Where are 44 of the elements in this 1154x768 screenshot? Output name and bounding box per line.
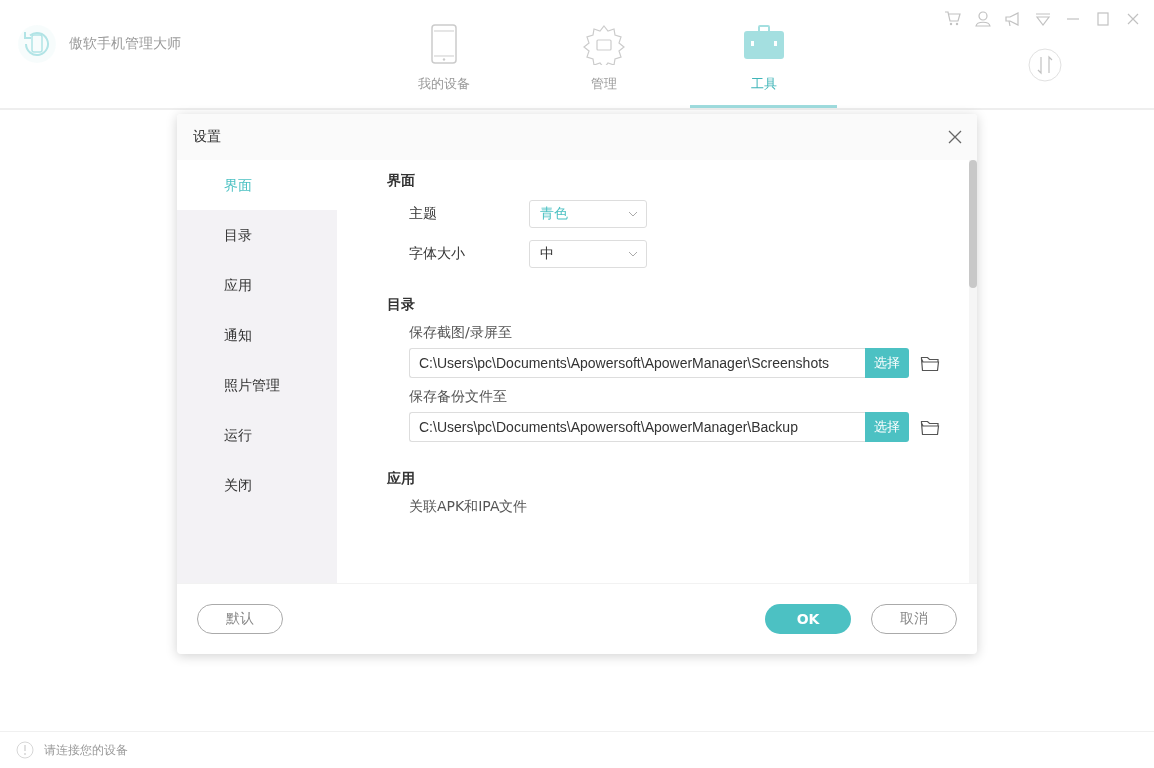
choose-button[interactable]: 选择 bbox=[865, 348, 909, 378]
sidebar-item[interactable]: 应用 bbox=[177, 260, 337, 310]
maximize-icon[interactable] bbox=[1094, 10, 1112, 28]
megaphone-icon[interactable] bbox=[1004, 10, 1022, 28]
footer-button[interactable]: 默认 bbox=[197, 604, 283, 634]
field-label: 保存截图/录屏至 bbox=[409, 324, 513, 342]
folder-icon[interactable] bbox=[920, 418, 940, 436]
dialog-title: 设置 bbox=[193, 128, 221, 146]
sidebar-item[interactable]: 关闭 bbox=[177, 460, 337, 510]
logo-icon bbox=[17, 24, 57, 64]
chevron-icon bbox=[628, 251, 638, 257]
close-icon[interactable] bbox=[947, 129, 963, 145]
sidebar-item[interactable]: 界面 bbox=[177, 160, 337, 210]
chevron-icon bbox=[628, 211, 638, 217]
status-text: 请连接您的设备 bbox=[44, 741, 128, 759]
scrollbar-thumb[interactable] bbox=[969, 160, 977, 288]
path-field[interactable]: C:\Users\pc\Documents\Apowersoft\ApowerManager\Backup bbox=[409, 412, 865, 442]
dropdown[interactable]: 青色 bbox=[529, 200, 647, 228]
sidebar-item[interactable]: 照片管理 bbox=[177, 360, 337, 410]
cart-icon[interactable] bbox=[944, 10, 962, 28]
sidebar-item[interactable]: 运行 bbox=[177, 410, 337, 460]
section-heading: 界面 bbox=[387, 172, 416, 190]
field-label: 主题 bbox=[409, 205, 438, 223]
section-heading: 应用 bbox=[387, 470, 416, 488]
field-label: 字体大小 bbox=[409, 245, 466, 263]
ok-button[interactable]: OK bbox=[765, 604, 851, 634]
nav-tab[interactable]: 工具 bbox=[690, 0, 837, 108]
nav-tab[interactable]: 我的设备 bbox=[370, 0, 517, 108]
sync-icon[interactable] bbox=[1028, 48, 1062, 82]
info-icon bbox=[16, 741, 34, 759]
sidebar-item[interactable]: 通知 bbox=[177, 310, 337, 360]
dropdown[interactable]: 中 bbox=[529, 240, 647, 268]
field-label: 保存备份文件至 bbox=[409, 388, 508, 406]
choose-button[interactable]: 选择 bbox=[865, 412, 909, 442]
dropdown-icon[interactable] bbox=[1034, 10, 1052, 28]
field-label: 关联APK和IPA文件 bbox=[409, 498, 529, 516]
nav-tab[interactable]: 管理 bbox=[530, 0, 677, 108]
sidebar-item[interactable]: 目录 bbox=[177, 210, 337, 260]
user-icon[interactable] bbox=[974, 10, 992, 28]
app-title: 傲软手机管理大师 bbox=[69, 35, 181, 53]
section-heading: 目录 bbox=[387, 296, 416, 314]
path-field[interactable]: C:\Users\pc\Documents\Apowersoft\ApowerManager\Screenshots bbox=[409, 348, 865, 378]
footer-button[interactable]: 取消 bbox=[871, 604, 957, 634]
folder-icon[interactable] bbox=[920, 354, 940, 372]
